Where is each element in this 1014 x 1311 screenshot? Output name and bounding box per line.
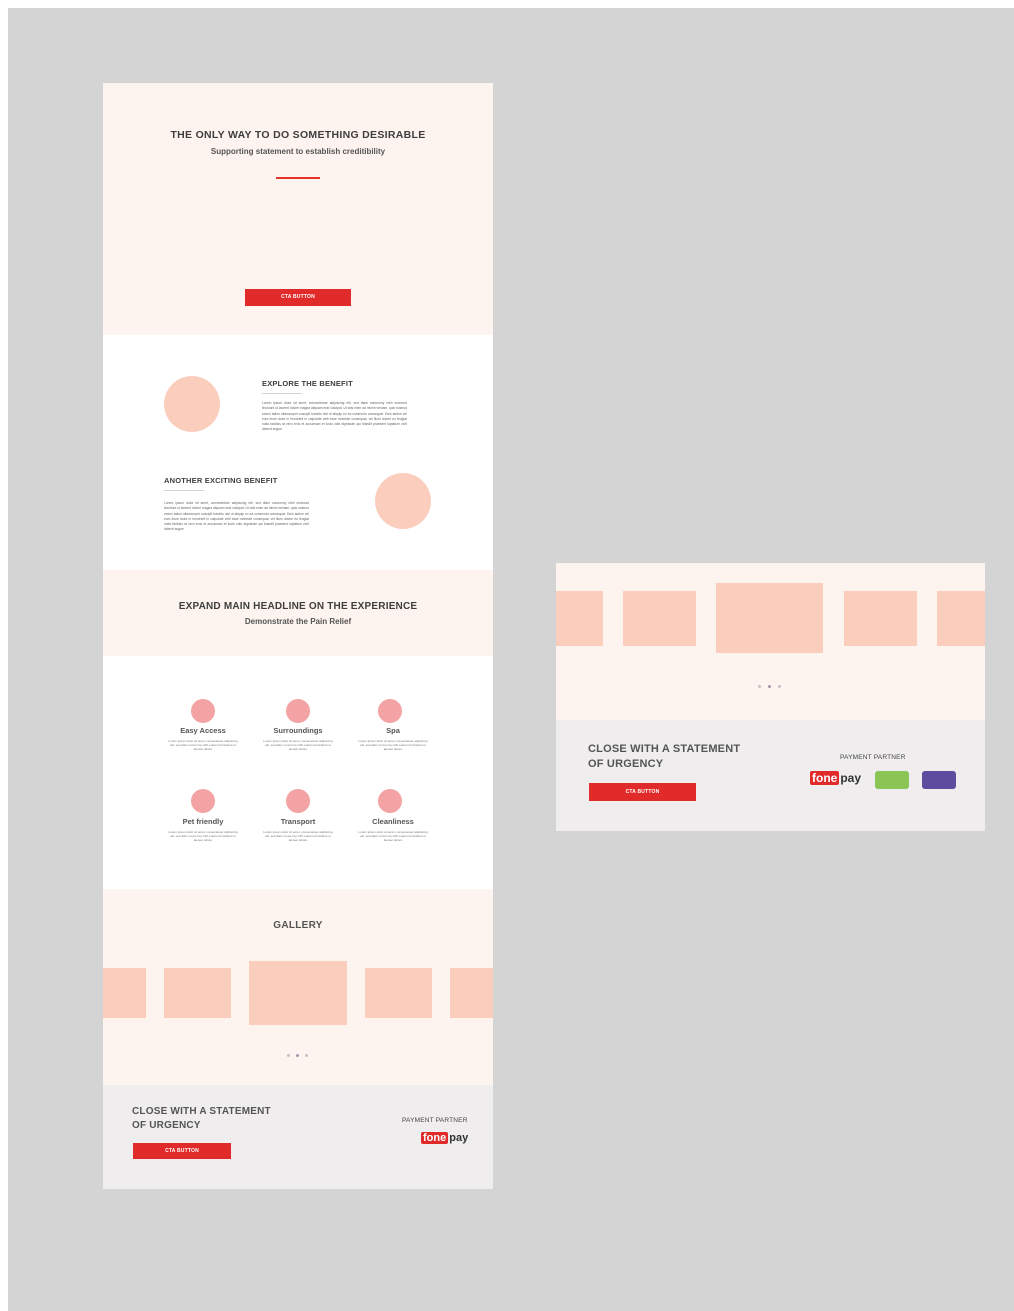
- benefit-title-underline: [164, 490, 204, 491]
- feature-text: Lorem ipsum dolor sit amet, consectetuer…: [263, 830, 333, 843]
- closing-line-2: OF URGENCY: [132, 1120, 201, 1131]
- payment-partner-logo-placeholder: [875, 771, 909, 789]
- closing-line-1: CLOSE WITH A STATEMENT: [588, 743, 741, 755]
- hero-subtitle: Supporting statement to establish credit…: [210, 147, 386, 156]
- payment-partner-logo-placeholder: [922, 771, 956, 789]
- feature-label: Cleanliness: [372, 817, 414, 826]
- variant-gallery-section: [556, 563, 985, 720]
- carousel-dot[interactable]: [758, 685, 761, 688]
- closing-headline: CLOSE WITH A STATEMENT OF URGENCY: [132, 1105, 271, 1133]
- feature-text: Lorem ipsum dolor sit amet, consectetuer…: [358, 830, 428, 843]
- gallery-image-placeholder[interactable]: [623, 591, 696, 646]
- payment-partner-label: PAYMENT PARTNER: [402, 1117, 468, 1124]
- hero-divider: [276, 177, 320, 179]
- fonepay-logo: fone pay: [421, 1132, 469, 1144]
- benefit-title: ANOTHER EXCITING BENEFIT: [164, 476, 278, 485]
- feature-icon: [191, 789, 215, 813]
- feature-label: Pet friendly: [182, 817, 224, 826]
- experience-header-section: EXPAND MAIN HEADLINE ON THE EXPERIENCE D…: [103, 570, 493, 656]
- hero-section: THE ONLY WAY TO DO SOMETHING DESIRABLE S…: [103, 83, 493, 335]
- feature-text: Lorem ipsum dolor sit amet, consectetuer…: [168, 830, 238, 843]
- closing-line-1: CLOSE WITH A STATEMENT: [132, 1106, 271, 1117]
- feature-text: Lorem ipsum dolor sit amet, consectetuer…: [263, 739, 333, 752]
- carousel-dot[interactable]: [778, 685, 781, 688]
- gallery-image-placeholder[interactable]: [249, 961, 347, 1025]
- benefit-title-underline: [262, 393, 302, 394]
- gallery-image-placeholder[interactable]: [450, 968, 493, 1018]
- hero-cta-button[interactable]: CTA BUTTON: [245, 289, 351, 306]
- closing-cta-button[interactable]: CTA BUTTON: [589, 783, 696, 801]
- gallery-closing-variant-mockup: CLOSE WITH A STATEMENT OF URGENCY CTA BU…: [556, 563, 985, 831]
- feature-label: Surroundings: [273, 726, 323, 735]
- closing-cta-button[interactable]: CTA BUTTON: [133, 1143, 231, 1159]
- feature-text: Lorem ipsum dolor sit amet, consectetuer…: [168, 739, 238, 752]
- gallery-image-placeholder[interactable]: [716, 583, 823, 653]
- gallery-image-placeholder[interactable]: [937, 591, 985, 646]
- hero-headline: THE ONLY WAY TO DO SOMETHING DESIRABLE: [170, 129, 426, 141]
- landing-page-mockup: THE ONLY WAY TO DO SOMETHING DESIRABLE S…: [103, 83, 493, 1189]
- feature-label: Transport: [280, 817, 316, 826]
- fonepay-logo: fone pay: [810, 771, 862, 785]
- benefit-title: EXPLORE THE BENEFIT: [262, 379, 353, 388]
- feature-icon: [378, 789, 402, 813]
- gallery-image-placeholder[interactable]: [556, 591, 603, 646]
- features-section: Easy Access Lorem ipsum dolor sit amet, …: [103, 656, 493, 889]
- feature-label: Easy Access: [180, 726, 226, 735]
- gallery-section: GALLERY: [103, 889, 493, 1085]
- benefit-text: Lorem ipsum dolor sit amet, consectetuer…: [164, 501, 309, 532]
- carousel-dot[interactable]: [768, 685, 771, 688]
- feature-text: Lorem ipsum dolor sit amet, consectetuer…: [358, 739, 428, 752]
- gallery-image-placeholder[interactable]: [103, 968, 146, 1018]
- feature-icon: [286, 699, 310, 723]
- feature-icon: [286, 789, 310, 813]
- benefit-image-placeholder: [375, 473, 431, 529]
- carousel-dot[interactable]: [287, 1054, 290, 1057]
- feature-icon: [191, 699, 215, 723]
- gallery-image-placeholder[interactable]: [164, 968, 231, 1018]
- gallery-image-placeholder[interactable]: [365, 968, 432, 1018]
- gallery-title: GALLERY: [273, 920, 323, 931]
- closing-headline: CLOSE WITH A STATEMENT OF URGENCY: [588, 742, 740, 772]
- carousel-dot[interactable]: [305, 1054, 308, 1057]
- variant-closing-section: CLOSE WITH A STATEMENT OF URGENCY CTA BU…: [556, 720, 985, 831]
- feature-label: Spa: [386, 726, 400, 735]
- experience-subtitle: Demonstrate the Pain Relief: [244, 617, 352, 626]
- carousel-dot[interactable]: [296, 1054, 299, 1057]
- closing-line-2: OF URGENCY: [588, 758, 664, 770]
- benefits-section: EXPLORE THE BENEFIT Lorem ipsum dolor si…: [103, 335, 493, 570]
- benefit-image-placeholder: [164, 376, 220, 432]
- feature-icon: [378, 699, 402, 723]
- experience-headline: EXPAND MAIN HEADLINE ON THE EXPERIENCE: [178, 601, 418, 612]
- gallery-image-placeholder[interactable]: [844, 591, 917, 646]
- payment-partner-label: PAYMENT PARTNER: [840, 754, 906, 761]
- benefit-text: Lorem ipsum dolor sit amet, consectetuer…: [262, 401, 407, 432]
- closing-section: CLOSE WITH A STATEMENT OF URGENCY CTA BU…: [103, 1085, 493, 1189]
